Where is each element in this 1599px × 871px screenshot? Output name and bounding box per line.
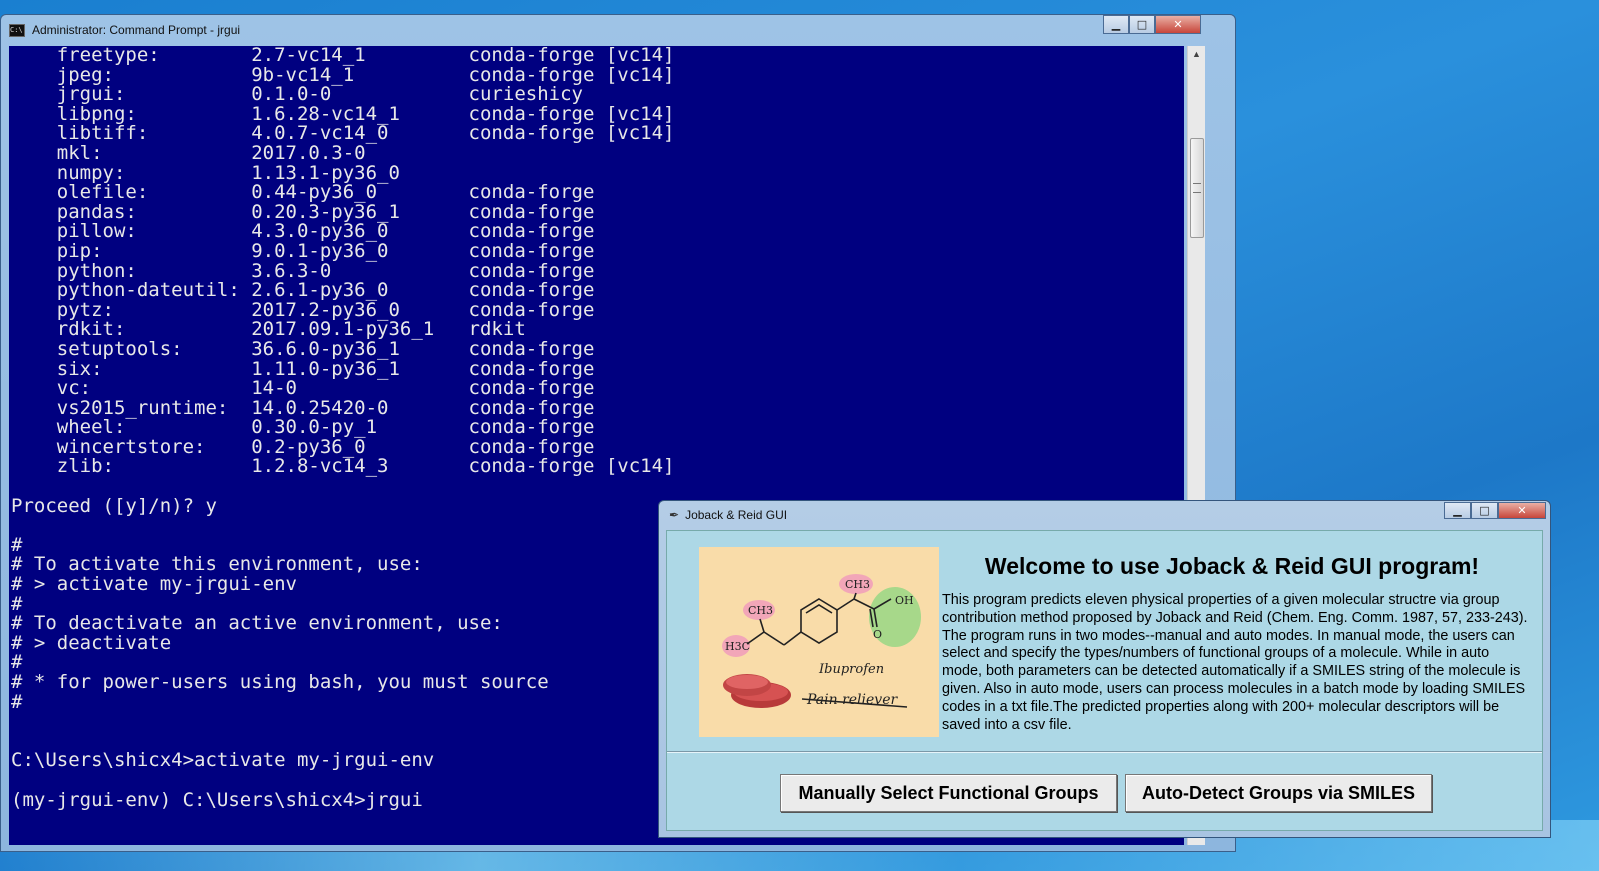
cmd-app-icon: C:\ — [9, 23, 25, 37]
ibuprofen-logo: CH3 CH3 H3C OH O Ibuprofen Pain reliever — [699, 547, 939, 737]
maximize-icon[interactable]: □ — [1129, 15, 1155, 34]
drug-use-label: Pain reliever — [806, 692, 898, 708]
cmd-titlebar[interactable]: C:\ Administrator: Command Prompt - jrgu… — [1, 15, 1235, 45]
feather-icon: ✒ — [669, 508, 680, 522]
gui-content: CH3 CH3 H3C OH O Ibuprofen Pain reliever… — [666, 530, 1543, 831]
gui-window-title: Joback & Reid GUI — [685, 508, 788, 522]
cmd-window-title: Administrator: Command Prompt - jrgui — [32, 23, 241, 37]
auto-detect-button[interactable]: Auto-Detect Groups via SMILES — [1125, 774, 1432, 812]
scroll-up-arrow-icon[interactable]: ▲ — [1188, 46, 1205, 63]
minimize-icon[interactable]: ▁ — [1103, 15, 1129, 34]
manual-select-button[interactable]: Manually Select Functional Groups — [780, 774, 1117, 812]
ch3-top-label: CH3 — [845, 578, 870, 591]
close-icon[interactable]: ✕ — [1155, 15, 1201, 34]
ibuprofen-structure-image: CH3 CH3 H3C OH O Ibuprofen Pain reliever — [722, 574, 921, 708]
minimize-icon[interactable]: ▁ — [1444, 502, 1471, 519]
maximize-icon[interactable]: □ — [1471, 502, 1498, 519]
oh-label: OH — [895, 594, 914, 607]
gui-titlebar[interactable]: ✒ Joback & Reid GUI — [659, 501, 1550, 529]
h3c-label: H3C — [725, 640, 750, 653]
cmd-window-controls: ▁ □ ✕ — [1103, 15, 1201, 34]
pill-icon — [723, 674, 791, 708]
program-description: This program predicts eleven physical pr… — [942, 592, 1528, 733]
scroll-grip-icon — [1193, 183, 1201, 193]
drug-name-label: Ibuprofen — [818, 662, 884, 677]
close-icon[interactable]: ✕ — [1498, 502, 1546, 519]
ch3-left-label: CH3 — [748, 604, 773, 617]
content-divider — [667, 751, 1542, 753]
gui-window-controls: ▁ □ ✕ — [1444, 502, 1546, 519]
scroll-thumb[interactable] — [1190, 138, 1204, 238]
joback-reid-gui-window: ✒ Joback & Reid GUI ▁ □ ✕ CH3 CH3 H3C OH… — [658, 500, 1551, 838]
welcome-heading: Welcome to use Joback & Reid GUI program… — [984, 553, 1480, 579]
o-label: O — [873, 628, 882, 641]
